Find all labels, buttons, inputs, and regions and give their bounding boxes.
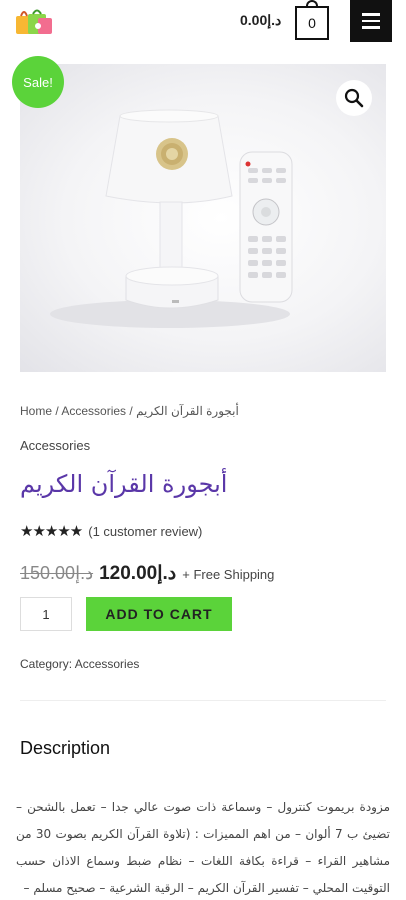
product-title: أبجورة القرآن الكريم xyxy=(20,470,228,498)
product-category-label[interactable]: Accessories xyxy=(20,438,90,453)
star-rating: ★★★★★ xyxy=(20,523,83,540)
site-header: د.إ0.00 0 xyxy=(0,0,406,44)
old-price: د.إ150.00 xyxy=(20,563,94,583)
hamburger-menu-button[interactable] xyxy=(350,0,392,42)
breadcrumb: Home / Accessories / أبجورة القرآن الكري… xyxy=(20,404,239,418)
shipping-note: + Free Shipping xyxy=(182,567,275,582)
product-meta-category: Category: Accessories xyxy=(20,657,140,671)
quantity-input[interactable] xyxy=(20,597,72,631)
hamburger-icon xyxy=(362,13,380,16)
cart-count-button[interactable]: 0 xyxy=(295,6,329,40)
breadcrumb-category-link[interactable]: Accessories xyxy=(61,404,126,418)
zoom-button[interactable] xyxy=(336,80,372,116)
magnifier-icon xyxy=(344,88,364,108)
sale-badge: Sale! xyxy=(12,56,64,108)
sale-price: د.إ120.00 xyxy=(99,563,177,584)
description-text: مزودة بريموت كنترول – وسماعة ذات صوت عال… xyxy=(16,800,391,895)
description-heading[interactable]: Description xyxy=(20,738,110,759)
cart-total[interactable]: د.إ0.00 xyxy=(240,12,281,29)
breadcrumb-current: أبجورة القرآن الكريم xyxy=(136,404,239,418)
cart-count: 0 xyxy=(308,15,316,31)
store-logo-icon[interactable] xyxy=(14,6,54,38)
breadcrumb-home-link[interactable]: Home xyxy=(20,404,52,418)
review-link[interactable]: (1 customer review) xyxy=(88,524,202,539)
price-row: د.إ150.00 د.إ120.00 + Free Shipping xyxy=(20,562,274,585)
rating-row: ★★★★★ (1 customer review) xyxy=(20,522,202,540)
meta-category-link[interactable]: Accessories xyxy=(75,657,140,671)
add-to-cart-button[interactable]: ADD TO CART xyxy=(86,597,232,631)
product-image[interactable] xyxy=(20,64,386,372)
divider xyxy=(20,700,386,701)
quran-lamp-image xyxy=(50,109,293,328)
